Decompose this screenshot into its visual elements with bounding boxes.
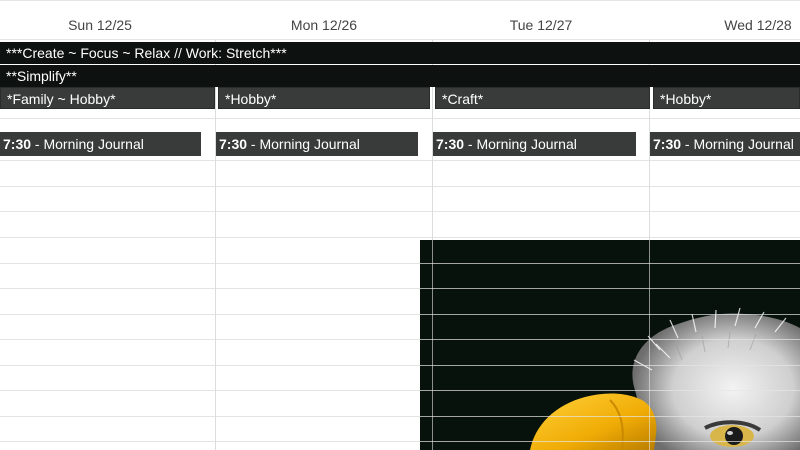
allday-event-create-focus[interactable]: ***Create ~ Focus ~ Relax // Work: Stret…: [0, 42, 800, 64]
event-time: 7:30: [3, 136, 32, 152]
event-time: 7:30: [219, 136, 248, 152]
day-header-mon[interactable]: Mon 12/26: [216, 17, 432, 33]
event-title: - Morning Journal: [31, 136, 144, 152]
allday-chip-hobby-mon[interactable]: *Hobby*: [218, 87, 430, 109]
day-header-sun[interactable]: Sun 12/25: [0, 17, 208, 33]
gridline: [0, 118, 800, 119]
event-time: 7:30: [653, 136, 682, 152]
event-morning-journal-wed[interactable]: 7:30 - Morning Journal: [650, 132, 800, 156]
gridline: [0, 211, 800, 212]
event-title: - Morning Journal: [681, 136, 794, 152]
allday-event-simplify[interactable]: **Simplify**: [0, 65, 800, 87]
column-separator: [215, 40, 216, 450]
day-header-wed[interactable]: Wed 12/28: [650, 17, 800, 33]
event-time: 7:30: [436, 136, 465, 152]
bald-eagle-photo: [420, 240, 800, 450]
event-morning-journal-sun[interactable]: 7:30 - Morning Journal: [0, 132, 201, 156]
gridline: [0, 160, 800, 161]
allday-chip-craft[interactable]: *Craft*: [435, 87, 650, 109]
eagle-illustration: [530, 307, 800, 450]
day-header-tue[interactable]: Tue 12/27: [433, 17, 649, 33]
calendar-header: Sun 12/25 Mon 12/26 Tue 12/27 Wed 12/28: [0, 0, 800, 40]
gridline: [0, 237, 800, 238]
allday-chip-hobby-wed[interactable]: *Hobby*: [653, 87, 800, 109]
event-title: - Morning Journal: [464, 136, 577, 152]
event-morning-journal-mon[interactable]: 7:30 - Morning Journal: [216, 132, 418, 156]
event-title: - Morning Journal: [247, 136, 360, 152]
allday-chip-family-hobby[interactable]: *Family ~ Hobby*: [0, 87, 215, 109]
event-morning-journal-tue[interactable]: 7:30 - Morning Journal: [433, 132, 636, 156]
gridline: [0, 186, 800, 187]
